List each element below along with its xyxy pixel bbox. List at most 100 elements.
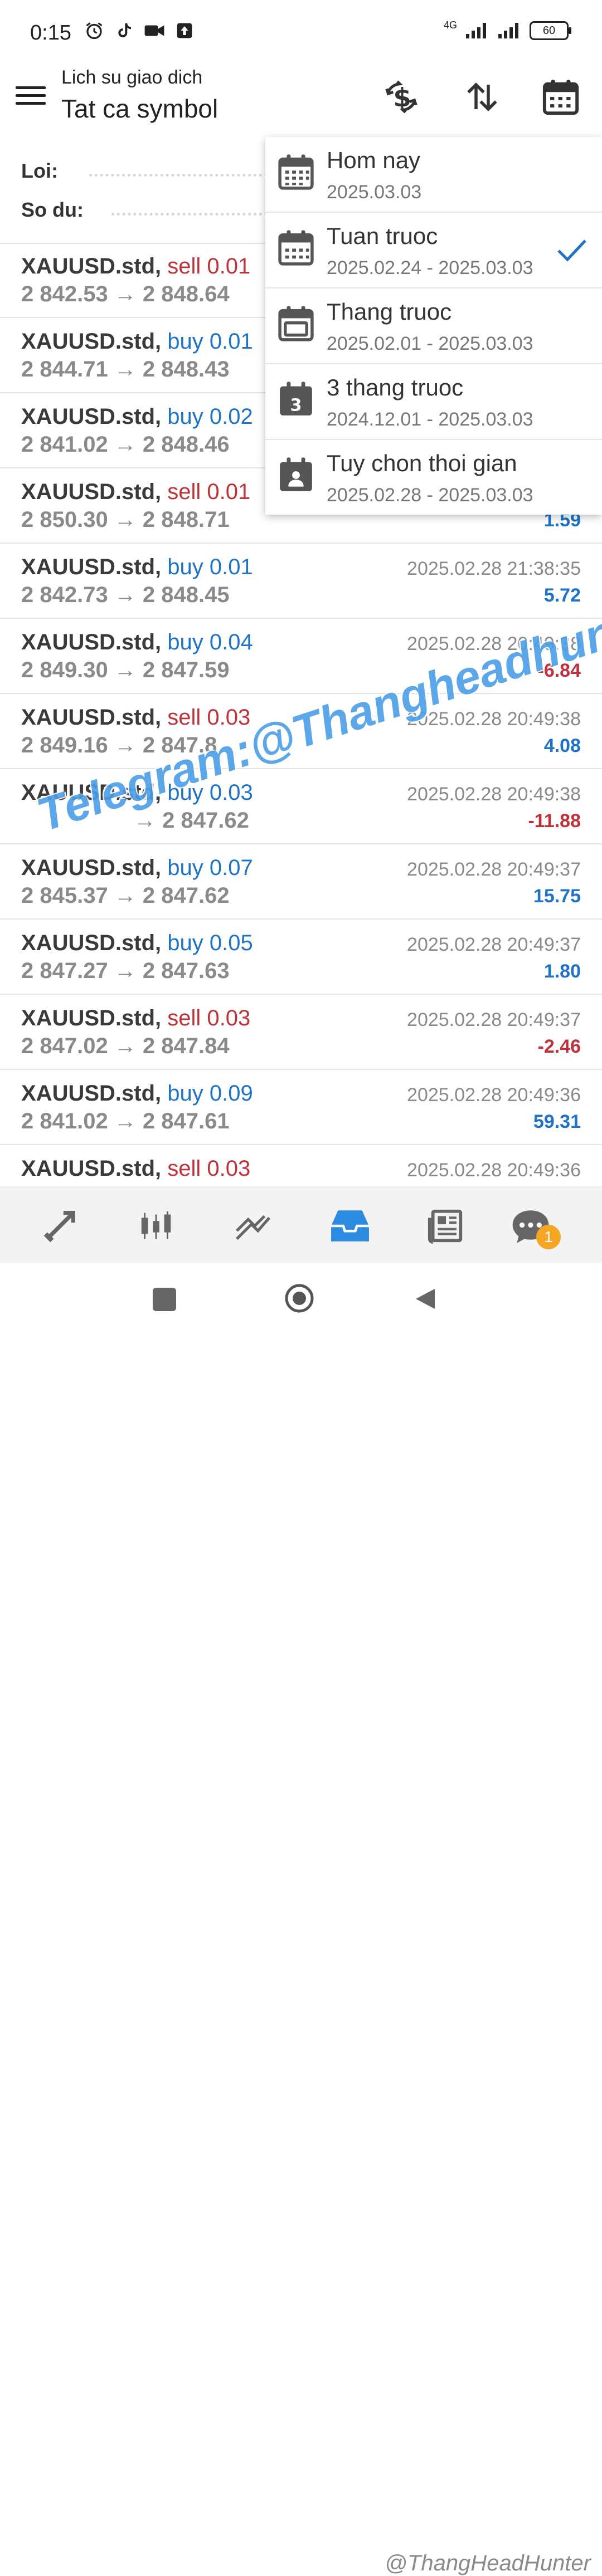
home-button[interactable] — [284, 1283, 314, 1313]
trade-symbol: XAUUSD.std, — [21, 705, 162, 730]
header-title[interactable]: Tat ca symbol — [61, 94, 218, 124]
check-icon — [555, 236, 589, 264]
trade-row[interactable]: XAUUSD.std, buy 0.07 2 845.37 → 2 847.62… — [0, 844, 602, 920]
bottom-nav: 1 — [0, 1187, 602, 1264]
period-option-last-week[interactable]: Tuan truoc 2025.02.24 - 2025.03.03 — [265, 213, 602, 289]
calendar-digit: 3 — [290, 396, 302, 416]
video-camera-icon — [144, 20, 165, 41]
status-time: 0:15 — [30, 21, 71, 45]
trade-price: → 2 847.62 — [134, 808, 249, 833]
period-option-today[interactable]: Hom nay 2025.03.03 — [265, 137, 602, 213]
recent-apps-button[interactable] — [153, 1288, 176, 1311]
alarm-icon — [84, 20, 105, 41]
system-nav-bar: @ThangHeadHunter — [0, 1263, 602, 2575]
trade-profit: 1.80 — [543, 961, 581, 982]
trade-price: 2 845.37 → 2 847.62 — [21, 883, 230, 908]
trade-time: 2025.02.28 20:49:37 — [407, 859, 581, 880]
trade-symbol: XAUUSD.std, — [21, 630, 162, 654]
app-header: Lich su giao dich Tat ca symbol $ — [0, 61, 602, 139]
period-label: Tuan truoc — [327, 223, 438, 249]
profit-leader-dots — [89, 174, 268, 177]
trade-profit: 15.75 — [533, 886, 581, 907]
trade-volume: buy 0.04 — [167, 630, 253, 654]
battery-indicator: 60 — [530, 21, 571, 40]
trade-volume: buy 0.01 — [167, 555, 253, 579]
nav-quotes-icon[interactable] — [38, 1204, 82, 1248]
currency-exchange-icon[interactable]: $ — [379, 75, 424, 119]
trade-profit: -11.88 — [528, 810, 581, 832]
trade-profit: 5.72 — [543, 585, 581, 606]
trade-time: 2025.02.28 20:49:36 — [407, 1084, 581, 1106]
chat-badge: 1 — [536, 1225, 561, 1249]
trade-profit: 4.08 — [543, 735, 581, 756]
period-dropdown: Hom nay 2025.03.03 Tuan truoc 2025.02.24… — [265, 137, 602, 515]
trade-price: 2 842.73 → 2 848.45 — [21, 583, 230, 607]
calendar-custom-icon — [278, 456, 314, 495]
trade-price: 2 849.30 → 2 847.59 — [21, 658, 230, 682]
trade-symbol: XAUUSD.std, — [21, 931, 162, 955]
trade-symbol: XAUUSD.std, — [21, 1081, 162, 1106]
trade-profit: 59.31 — [533, 1111, 581, 1132]
period-range: 2025.03.03 — [327, 182, 422, 203]
trade-time: 2025.02.28 20:49:38 — [407, 784, 581, 805]
trade-price: 2 842.53 → 2 848.64 — [21, 282, 230, 306]
trade-volume: sell 0.03 — [167, 1156, 251, 1181]
tiktok-icon — [114, 20, 135, 41]
period-option-3-months[interactable]: 3 3 thang truoc 2024.12.01 - 2025.03.03 — [265, 364, 602, 440]
trade-profit: -2.46 — [537, 1036, 581, 1057]
status-bar: 0:15 4G 60 — [0, 0, 602, 61]
period-option-custom[interactable]: Tuy chon thoi gian 2025.02.28 - 2025.03.… — [265, 440, 602, 515]
header-subtitle: Lich su giao dich — [61, 67, 203, 88]
trade-price: 2 841.02 → 2 848.46 — [21, 432, 230, 457]
trade-time: 2025.02.28 20:49:37 — [407, 1009, 581, 1030]
period-range: 2024.12.01 - 2025.03.03 — [327, 409, 533, 430]
period-range: 2025.02.24 - 2025.03.03 — [327, 257, 533, 278]
calendar-icon[interactable] — [538, 75, 583, 119]
period-range: 2025.02.28 - 2025.03.03 — [327, 485, 533, 506]
signal-icon-2 — [497, 20, 522, 41]
back-button[interactable] — [412, 1285, 439, 1312]
trade-volume: buy 0.02 — [167, 404, 253, 429]
trade-time: 2025.02.28 21:38:35 — [407, 558, 581, 579]
trade-volume: sell 0.01 — [167, 480, 251, 504]
nav-chart-icon[interactable] — [134, 1204, 178, 1248]
upload-icon — [174, 20, 195, 41]
trade-volume: sell 0.03 — [167, 1006, 251, 1030]
trade-row[interactable]: XAUUSD.std, buy 0.01 2 842.73 → 2 848.45… — [0, 544, 602, 619]
trade-symbol: XAUUSD.std, — [21, 254, 162, 278]
calendar-grid-icon — [278, 153, 314, 192]
nav-chat-icon[interactable]: 1 — [508, 1204, 561, 1249]
period-label: Hom nay — [327, 147, 421, 173]
trade-row[interactable]: XAUUSD.std, buy 0.09 2 841.02 → 2 847.61… — [0, 1070, 602, 1145]
trade-price: 2 850.30 → 2 848.71 — [21, 507, 230, 532]
trade-time: 2025.02.28 20:49:37 — [407, 934, 581, 955]
calendar-3-icon: 3 — [278, 380, 314, 419]
period-option-last-month[interactable]: Thang truoc 2025.02.01 - 2025.03.03 — [265, 289, 602, 364]
trade-price: 2 847.27 → 2 847.63 — [21, 959, 230, 983]
sort-icon[interactable] — [460, 75, 504, 119]
nav-history-icon[interactable] — [328, 1204, 372, 1248]
trade-symbol: XAUUSD.std, — [21, 329, 162, 354]
nav-trade-icon[interactable] — [231, 1204, 275, 1248]
trade-volume: buy 0.05 — [167, 931, 253, 955]
profit-label: Loi: — [21, 159, 58, 182]
menu-icon[interactable] — [16, 81, 46, 111]
calendar-month-icon — [278, 304, 314, 343]
nav-news-icon[interactable] — [424, 1204, 468, 1248]
trade-price: 2 844.71 → 2 848.43 — [21, 357, 230, 382]
trade-symbol: XAUUSD.std, — [21, 555, 162, 579]
network-type-label: 4G — [443, 19, 457, 31]
balance-leader-dots — [111, 213, 268, 216]
footer-watermark: @ThangHeadHunter — [385, 2551, 591, 2575]
trade-volume: buy 0.09 — [167, 1081, 253, 1106]
trade-row[interactable]: XAUUSD.std, sell 0.03 2 847.02 → 2 847.8… — [0, 995, 602, 1070]
balance-label: So du: — [21, 198, 84, 221]
trade-volume: sell 0.01 — [167, 254, 251, 278]
trade-symbol: XAUUSD.std, — [21, 404, 162, 429]
trade-row[interactable]: XAUUSD.std, buy 0.05 2 847.27 → 2 847.63… — [0, 920, 602, 995]
period-label: Thang truoc — [327, 299, 452, 325]
period-label: 3 thang truoc — [327, 374, 464, 400]
trade-symbol: XAUUSD.std, — [21, 856, 162, 880]
signal-icon — [465, 20, 489, 41]
period-label: Tuy chon thoi gian — [327, 450, 517, 476]
